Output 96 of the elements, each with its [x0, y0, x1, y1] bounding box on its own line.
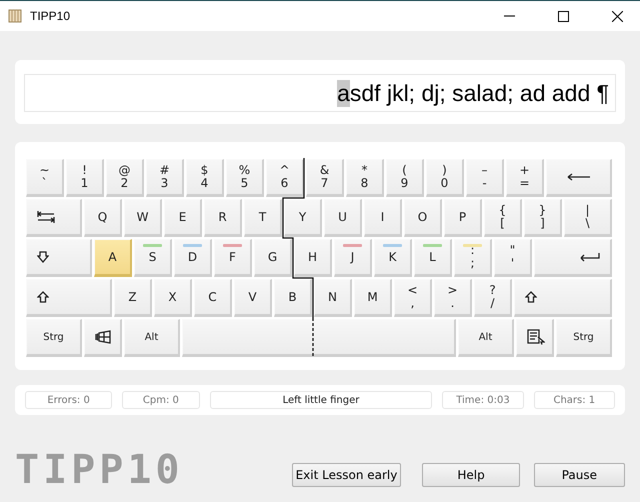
key-lower-symbol: /: [490, 297, 495, 310]
key-upper-symbol: ?: [489, 284, 496, 297]
finger-hint: Left little finger: [210, 391, 432, 409]
key-lower-symbol: `: [42, 177, 48, 190]
key-lower-symbol: ;: [470, 257, 475, 270]
key-lower-symbol: 0: [440, 177, 448, 190]
key-upper-symbol: $: [200, 164, 208, 177]
key-upper-symbol: ^: [279, 164, 290, 177]
app-icon: [8, 9, 22, 23]
key-upper-symbol: <: [407, 284, 418, 297]
maximize-icon: [558, 10, 568, 22]
key-lower-symbol: [: [500, 217, 505, 230]
key-upper-symbol: *: [362, 164, 368, 177]
backspace-arrow-icon: [566, 173, 590, 181]
key-upper-symbol: –: [482, 164, 488, 177]
keyboard-key: L: [414, 239, 452, 277]
keyboard-key: X: [154, 279, 192, 317]
key-lower-symbol: ]: [540, 217, 545, 230]
keyboard-key: U: [324, 199, 362, 237]
keyboard-key: R: [204, 199, 242, 237]
status-field: Time: 0:03: [442, 391, 524, 409]
key-lower-symbol: 9: [400, 177, 408, 190]
status-field: Cpm: 0: [122, 391, 200, 409]
keyboard-key: Alt: [458, 319, 514, 357]
key-lower-symbol: 3: [160, 177, 168, 190]
key-upper-symbol: +: [519, 164, 530, 177]
close-icon: [612, 10, 622, 22]
enter-arrow-icon: [580, 252, 600, 262]
key-lower-symbol: \: [585, 217, 590, 230]
key-upper-symbol: }: [538, 204, 546, 217]
key-lower-symbol: ': [510, 257, 514, 270]
upcoming-text: sdf jkl; dj; salad; ad add ¶: [350, 80, 609, 106]
keyboard-key: O: [404, 199, 442, 237]
key-upper-symbol: >: [447, 284, 458, 297]
help-button[interactable]: Help: [422, 463, 520, 487]
windows-flag-icon: [95, 330, 111, 344]
key-lower-symbol: -: [482, 177, 487, 190]
keyboard-key: Strg: [26, 319, 82, 357]
keyboard-key: V: [234, 279, 272, 317]
keyboard-key: E: [164, 199, 202, 237]
key-lower-symbol: ,: [410, 297, 414, 310]
key-upper-symbol: #: [159, 164, 170, 177]
key-upper-symbol: @: [118, 164, 130, 177]
keyboard-key: N: [314, 279, 352, 317]
key-upper-symbol: {: [498, 204, 506, 217]
key-lower-symbol: =: [519, 177, 530, 190]
minimize-icon: [504, 15, 514, 17]
key-lower-symbol: 8: [360, 177, 368, 190]
keyboard-key: M: [354, 279, 392, 317]
key-lower-symbol: 5: [240, 177, 248, 190]
shift-arrow-icon: [37, 291, 49, 303]
key-upper-symbol: &: [320, 164, 330, 177]
keyboard-key: H: [294, 239, 332, 277]
key-upper-symbol: (: [402, 164, 407, 177]
keyboard-key: S: [134, 239, 172, 277]
keyboard-key: B: [274, 279, 312, 317]
key-upper-symbol: !: [82, 164, 87, 177]
key-upper-symbol: ": [510, 244, 516, 257]
menu-key-icon: [527, 329, 545, 345]
key-lower-symbol: 7: [320, 177, 328, 190]
status-field: Chars: 1: [534, 391, 615, 409]
keyboard-key: C: [194, 279, 232, 317]
tab-arrows-icon: [37, 210, 55, 224]
keyboard-key: J: [334, 239, 372, 277]
app-logo: TIPP10: [15, 447, 184, 493]
status-field: Errors: 0: [25, 391, 112, 409]
keyboard-key: D: [174, 239, 212, 277]
shift-arrow-icon: [525, 291, 537, 303]
keyboard-key: A: [94, 239, 132, 277]
key-lower-symbol: 2: [120, 177, 128, 190]
keyboard-key: Y: [284, 199, 322, 237]
key-lower-symbol: 1: [80, 177, 88, 190]
keyboard-key: F: [214, 239, 252, 277]
keyboard-key: I: [364, 199, 402, 237]
keyboard-key: P: [444, 199, 482, 237]
key-upper-symbol: |: [585, 204, 590, 217]
keyboard-key: Strg: [556, 319, 612, 357]
pause-button[interactable]: Pause: [534, 463, 625, 487]
keyboard-key: T: [244, 199, 282, 237]
keyboard-key: Z: [114, 279, 152, 317]
key-lower-symbol: 4: [200, 177, 208, 190]
exit-lesson-button[interactable]: Exit Lesson early: [292, 463, 402, 487]
key-upper-symbol: :: [470, 244, 475, 257]
key-upper-symbol: ~: [39, 164, 50, 177]
caps-lock-arrow-icon: [37, 251, 49, 263]
keyboard-key: Q: [84, 199, 122, 237]
cursor-character: a: [337, 80, 350, 106]
key-upper-symbol: %: [238, 164, 250, 177]
keyboard-key: W: [124, 199, 162, 237]
key-lower-symbol: 6: [280, 177, 288, 190]
keyboard-key: K: [374, 239, 412, 277]
keyboard-key: Alt: [124, 319, 180, 357]
key-lower-symbol: .: [450, 297, 454, 310]
window-title: TIPP10: [30, 9, 72, 23]
keyboard-key: G: [254, 239, 292, 277]
key-upper-symbol: ): [442, 164, 447, 177]
